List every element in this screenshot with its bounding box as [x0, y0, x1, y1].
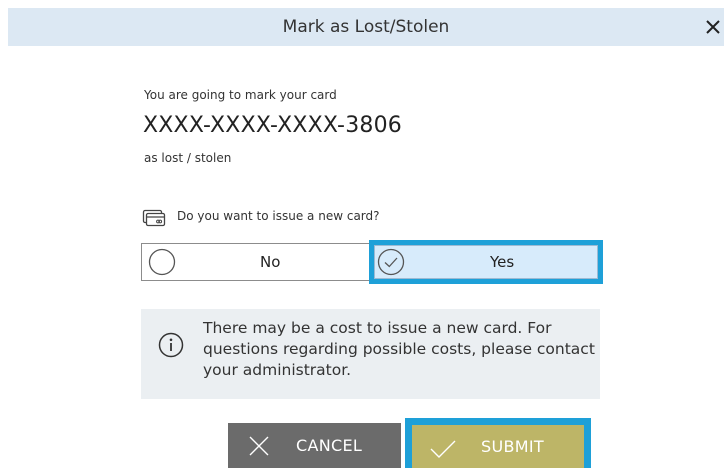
card-icon: [142, 209, 166, 227]
issue-new-card-toggle: No Yes: [141, 240, 603, 284]
option-yes[interactable]: Yes: [369, 240, 603, 284]
dialog-titlebar: Mark as Lost/Stolen: [8, 8, 724, 46]
option-no-label: No: [260, 253, 281, 271]
cost-notice-text: There may be a cost to issue a new card.…: [203, 319, 595, 379]
x-icon: [248, 435, 270, 457]
mark-lost-stolen-dialog: Mark as Lost/Stolen You are going to mar…: [0, 0, 724, 468]
submit-button[interactable]: SUBMIT: [412, 425, 584, 468]
checkmark-icon: [429, 438, 457, 460]
radio-checked-icon: [377, 248, 405, 276]
new-card-question: Do you want to issue a new card?: [177, 209, 380, 223]
submit-button-focus-ring: SUBMIT: [405, 418, 591, 468]
intro-text: You are going to mark your card: [144, 88, 337, 102]
dialog-title: Mark as Lost/Stolen: [282, 17, 450, 37]
close-icon[interactable]: [704, 16, 722, 38]
option-yes-label: Yes: [490, 253, 515, 271]
option-yes-body: Yes: [374, 245, 598, 279]
submit-button-label: SUBMIT: [481, 437, 544, 456]
option-no[interactable]: No: [142, 244, 372, 280]
cost-notice: There may be a cost to issue a new card.…: [141, 309, 600, 399]
radio-unchecked-icon: [148, 248, 176, 276]
card-number: XXXX-XXXX-XXXX-3806: [143, 113, 402, 138]
lost-stolen-text: as lost / stolen: [144, 151, 232, 165]
cancel-button[interactable]: CANCEL: [228, 423, 401, 468]
cancel-button-label: CANCEL: [296, 436, 363, 455]
info-icon: [158, 332, 184, 358]
